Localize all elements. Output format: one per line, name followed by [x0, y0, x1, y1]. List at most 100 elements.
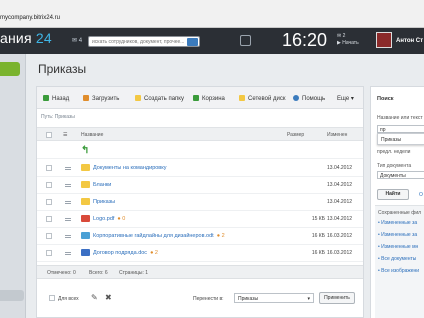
pdf-icon [81, 215, 90, 222]
file-name-link[interactable]: Документы на командировку [93, 165, 166, 171]
start-worktime-button[interactable]: ▶ Начать [337, 40, 359, 47]
table-row[interactable]: Бланки 13.04.2012 [37, 177, 363, 194]
global-search[interactable] [88, 36, 200, 47]
brand-logo[interactable]: ания 24 [0, 30, 52, 46]
more-button[interactable]: Еще ▾ [337, 95, 354, 102]
chevron-down-icon: ▾ [307, 296, 310, 302]
selected-count: Отмечено: 0 [47, 270, 76, 276]
select-all-checkbox[interactable] [46, 132, 52, 140]
folder-icon [81, 198, 90, 205]
row-menu-icon[interactable] [65, 235, 71, 238]
worktime-widget[interactable]: ✉ 2 ▶ Начать [337, 33, 359, 47]
row-checkbox[interactable] [46, 182, 52, 188]
table-row[interactable]: Документы на командировку 13.04.2012 [37, 160, 363, 177]
cancel-link[interactable]: О [419, 192, 423, 198]
toolbar: Назад Загрузить Создать папку Корзина Се… [37, 87, 363, 109]
column-size[interactable]: Размер [287, 132, 304, 138]
saved-filters-title: Сохраненные фил [378, 210, 422, 216]
messages-counter[interactable]: ✉ 4 [72, 37, 82, 44]
file-name-link[interactable]: Договор подряда.doc ● 2 [93, 250, 158, 256]
move-to-label: Перенести в: [193, 296, 224, 302]
file-date: 13.04.2012 [327, 216, 353, 222]
file-size: 15 КБ [311, 216, 325, 222]
name-field-label: Название или текст [377, 115, 423, 121]
row-menu-icon[interactable] [65, 201, 71, 204]
move-target-select[interactable]: Приказы ▾ [234, 293, 314, 303]
file-size: 16 КБ [311, 250, 325, 256]
row-checkbox[interactable] [46, 165, 52, 171]
comments-badge[interactable]: ● 2 [217, 233, 225, 239]
file-name-link[interactable]: Приказы [93, 199, 115, 205]
search-icon[interactable] [187, 38, 198, 46]
table-row[interactable]: Корпоративные гайдлайны для дизайнеров.o… [37, 228, 363, 245]
file-name-link[interactable]: Бланки [93, 182, 111, 188]
name-field[interactable]: пр [377, 125, 424, 133]
search-input[interactable] [89, 37, 199, 46]
row-menu-icon[interactable] [65, 184, 71, 187]
column-name[interactable]: Название [81, 132, 103, 138]
edit-icon[interactable]: ✎ [91, 293, 98, 302]
app-header: ания 24 ✉ 4 16:20 ✉ 2 ▶ Начать Антон Ст [0, 28, 424, 54]
avatar[interactable] [376, 32, 392, 48]
row-menu-icon[interactable] [65, 167, 71, 170]
sidebar-collapse-button[interactable] [0, 290, 24, 301]
comments-badge[interactable]: ● 2 [150, 250, 158, 256]
column-changed[interactable]: Изменен [327, 132, 347, 138]
find-button[interactable]: Найти [377, 189, 409, 200]
row-checkbox[interactable] [46, 250, 52, 256]
clock-time: 16:20 [282, 30, 328, 50]
columns-menu-icon[interactable]: ☰ [63, 132, 67, 138]
saved-filters: Сохраненные фил • Измененные за • Измене… [375, 205, 424, 318]
file-date: 13.04.2012 [327, 182, 353, 188]
for-all-checkbox[interactable]: Для всех [49, 295, 79, 302]
file-name-link[interactable]: Корпоративные гайдлайны для дизайнеров.o… [93, 233, 225, 239]
upload-button[interactable]: Загрузить [83, 95, 119, 102]
saved-filter-item[interactable]: • Все документы [378, 256, 416, 262]
browser-url-bar[interactable]: mycompany.bitrix24.ru [0, 0, 424, 28]
autocomplete-suggestion[interactable]: Приказы [377, 133, 424, 145]
pages-count: Страницы: 1 [119, 270, 149, 276]
network-drive-button[interactable]: Сетевой диск [239, 95, 285, 102]
page-title: Приказы [38, 62, 87, 76]
saved-filter-item[interactable]: • Измененные за [378, 220, 417, 226]
url-text[interactable]: mycompany.bitrix24.ru [0, 15, 60, 21]
envelope-icon: ✉ [72, 38, 78, 44]
table-row[interactable]: Logo.pdf ● 0 15 КБ 13.04.2012 [37, 211, 363, 228]
date-hint[interactable]: предл. недели [377, 149, 410, 155]
file-name-link[interactable]: Logo.pdf ● 0 [93, 216, 125, 222]
saved-filter-item[interactable]: • Измененные за [378, 232, 417, 238]
user-name[interactable]: Антон Ст [396, 38, 423, 44]
sidebar-menu-toggle[interactable] [0, 62, 20, 76]
doctype-select[interactable]: Документы [377, 171, 424, 179]
comments-badge[interactable]: ● 0 [117, 216, 125, 222]
row-checkbox[interactable] [46, 199, 52, 205]
odt-icon [81, 232, 90, 239]
network-drive-icon [239, 95, 245, 101]
worktime-count: ✉ 2 [337, 33, 346, 39]
saved-filter-item[interactable]: • Измененные мн [378, 244, 418, 250]
create-folder-button[interactable]: Создать папку [135, 95, 184, 102]
trash-button[interactable]: Корзина [193, 95, 225, 102]
messages-count: 4 [78, 38, 83, 44]
up-folder-icon[interactable]: ↰ [81, 145, 89, 156]
folder-icon [81, 181, 90, 188]
delete-icon[interactable]: ✖ [105, 293, 112, 302]
apply-button[interactable]: Применить [319, 292, 355, 304]
notifications-icon[interactable] [240, 35, 251, 46]
row-checkbox[interactable] [46, 233, 52, 239]
table-row[interactable]: Договор подряда.doc ● 2 16 КБ 16.03.2012 [37, 245, 363, 262]
help-icon [293, 95, 299, 101]
help-button[interactable]: Помощь [293, 95, 325, 102]
back-button[interactable]: Назад [43, 95, 69, 102]
row-checkbox[interactable] [46, 216, 52, 222]
row-menu-icon[interactable] [65, 218, 71, 221]
folder-icon [135, 95, 141, 101]
row-menu-icon[interactable] [65, 252, 71, 255]
doc-icon [81, 249, 90, 256]
file-date: 13.04.2012 [327, 165, 353, 171]
table-row[interactable]: Приказы 13.04.2012 [37, 194, 363, 211]
saved-filter-item[interactable]: • Все изображени [378, 268, 419, 274]
breadcrumb[interactable]: Путь: Приказы [41, 114, 75, 120]
table-row-up[interactable]: ↰ [37, 143, 363, 159]
file-date: 13.04.2012 [327, 199, 353, 205]
